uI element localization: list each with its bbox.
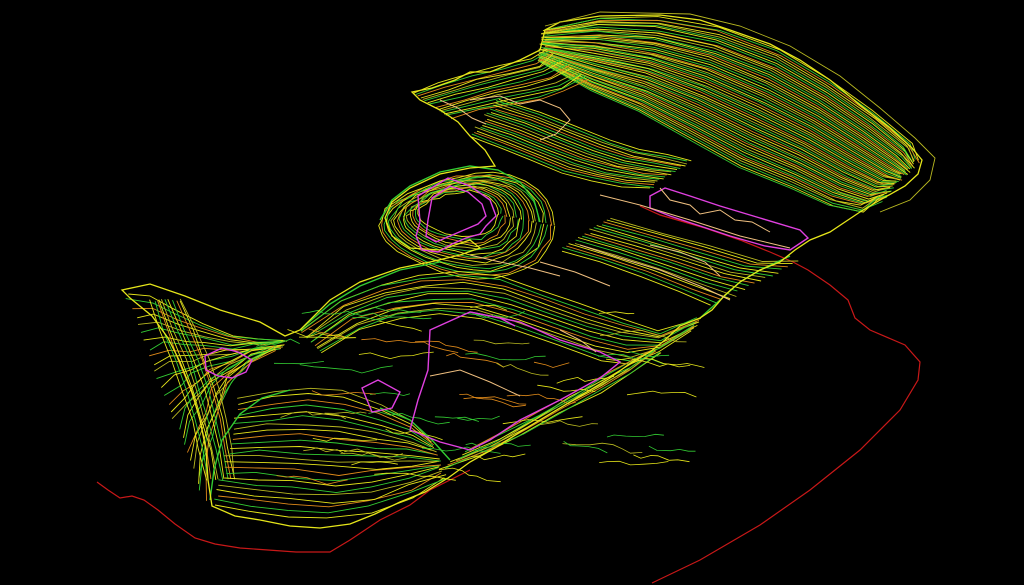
site-outline xyxy=(120,14,923,529)
contour-line xyxy=(378,320,422,332)
contour-line xyxy=(540,420,599,427)
building-outline xyxy=(425,185,487,243)
contour-line xyxy=(352,316,432,321)
contour-line xyxy=(457,415,500,421)
contour-line xyxy=(223,454,440,463)
contour-line xyxy=(273,361,324,365)
contour-line xyxy=(465,352,546,361)
hardscape-line xyxy=(539,261,611,287)
contour-line xyxy=(385,428,443,441)
building-layer xyxy=(204,177,810,451)
contour-line xyxy=(599,460,669,466)
contour-line xyxy=(238,393,432,443)
contour-line xyxy=(459,393,526,408)
building-outline xyxy=(361,379,401,413)
contour-line xyxy=(358,351,434,360)
contour-layer xyxy=(125,16,920,519)
contour-line xyxy=(643,357,705,368)
contour-line xyxy=(198,347,275,478)
property-boundary-line xyxy=(96,469,471,553)
contour-line xyxy=(128,293,288,342)
contour-line xyxy=(575,239,738,292)
contour-line xyxy=(299,364,393,374)
contour-line xyxy=(125,298,285,341)
contour-line xyxy=(361,338,459,353)
property-boundary-line xyxy=(651,261,921,584)
contour-line xyxy=(414,340,478,353)
contour-line xyxy=(562,442,643,454)
contour-line xyxy=(484,114,672,173)
contour-line xyxy=(561,250,711,306)
contour-line xyxy=(446,352,505,368)
contour-line xyxy=(434,416,480,422)
contour-line xyxy=(306,286,697,339)
contour-line xyxy=(633,454,690,463)
contour-line xyxy=(369,392,411,396)
contour-line xyxy=(626,390,697,398)
hardscape-line xyxy=(659,187,771,233)
contour-line xyxy=(584,233,755,284)
contour-line xyxy=(218,472,442,508)
site-plan-drawing xyxy=(96,11,936,584)
contour-line xyxy=(368,411,450,425)
contour-line xyxy=(606,433,664,438)
contour-line xyxy=(533,361,570,368)
hardscape-line xyxy=(429,369,521,397)
cad-model-viewport[interactable] xyxy=(0,0,1024,585)
contour-line xyxy=(496,362,549,376)
contour-line xyxy=(648,445,696,452)
contour-line xyxy=(324,411,367,415)
contour-line xyxy=(205,350,276,501)
contour-line xyxy=(319,309,691,362)
contour-line xyxy=(473,339,530,345)
